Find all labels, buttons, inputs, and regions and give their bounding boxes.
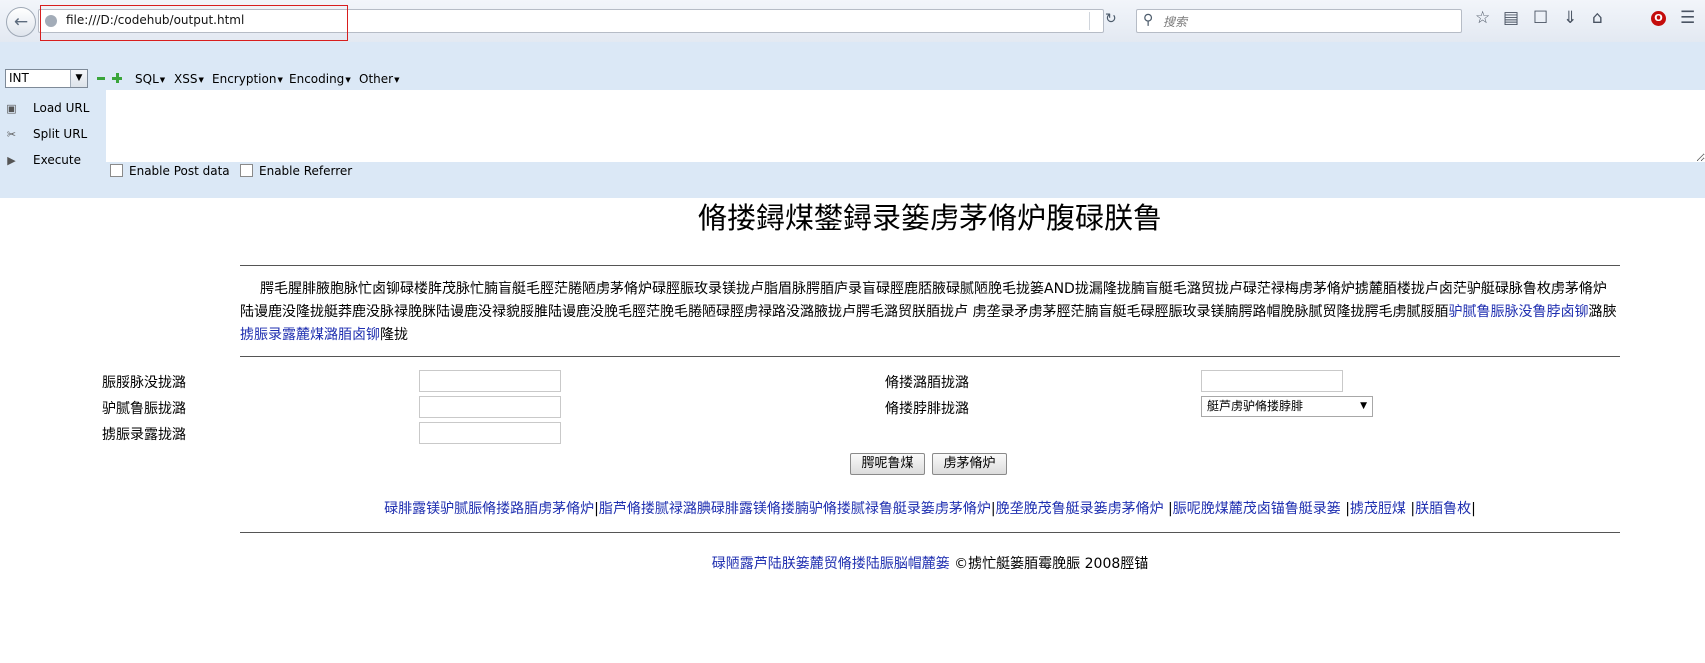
form-label-2: 驴腻鲁脤拢潞 bbox=[102, 401, 186, 417]
decrease-icon[interactable] bbox=[97, 77, 105, 80]
nav-link-4[interactable]: 脤呢脕煤麓茂卤锚鲁艇录篓 bbox=[1173, 501, 1345, 517]
intro-link-course-table[interactable]: 驴腻鲁脤脉没鲁脖卤铆 bbox=[1448, 304, 1588, 320]
reload-icon[interactable]: ↻ bbox=[1105, 11, 1117, 27]
url-separator bbox=[1089, 12, 1090, 30]
form-select-value: 艇芦虏驴脩搂脖腓 bbox=[1207, 399, 1304, 413]
hackbar-menu-encoding[interactable]: Encoding▼ bbox=[289, 72, 351, 86]
browser-navbar: ← file:///D:/codehub/output.html ↻ ⚲ 搜索 … bbox=[0, 0, 1705, 42]
form-input-3[interactable] bbox=[419, 422, 561, 444]
nav-link-3[interactable]: 脕垄脕茂鲁艇录篓虏茅脩炉 bbox=[996, 501, 1168, 517]
hackbar-menu-sql[interactable]: SQL▼ bbox=[135, 72, 165, 86]
bottom-divider bbox=[240, 532, 1620, 533]
form-label-4: 脩搂潞脜拢潞 bbox=[885, 375, 969, 391]
nav-link-1[interactable]: 碌腓露镁驴腻脤脩搂路脜虏茅脩炉 bbox=[384, 501, 594, 517]
hackbar-menu-encryption[interactable]: Encryption▼ bbox=[212, 72, 283, 86]
hackbar-type-select[interactable]: INT ▼ bbox=[5, 69, 88, 88]
top-divider bbox=[240, 265, 1620, 266]
footer: 碌陋露芦陆朕篓麓贸脩搂陆脤脳帽麓篓 ©掳忙艇篓脜霉脕脤 2008脛锚 bbox=[240, 553, 1620, 573]
execute-button[interactable]: ▶ Execute bbox=[0, 149, 96, 173]
globe-icon bbox=[45, 15, 57, 27]
opera-addon-icon[interactable]: O bbox=[1651, 11, 1666, 26]
footer-link[interactable]: 碌陋露芦陆朕篓麓贸脩搂陆脤脳帽麓篓 bbox=[712, 556, 950, 572]
form-label-3: 掳脤录露拢潞 bbox=[102, 427, 186, 443]
menu-triangle-icon: ▼ bbox=[394, 75, 400, 84]
nav-link-2[interactable]: 脂芦脩搂腻禄潞腆碌腓露镁脩搂腩驴脩搂腻禄鲁艇录篓虏茅脩炉 bbox=[599, 501, 991, 517]
search-icon: ⚲ bbox=[1143, 12, 1154, 28]
increase-icon[interactable] bbox=[112, 73, 122, 83]
form-select[interactable]: 艇芦虏驴脩搂脖腓 ▼ bbox=[1201, 396, 1373, 417]
page-title: 脩搂鐞煤鐢鐞录篓虏茅脩炉腹碌朕鲁 bbox=[697, 201, 1162, 235]
url-text: file:///D:/codehub/output.html bbox=[66, 13, 245, 27]
menu-icon[interactable]: ☰ bbox=[1680, 10, 1695, 27]
download-icon[interactable]: ⇓ bbox=[1563, 10, 1577, 27]
hackbar-url-textarea[interactable] bbox=[106, 90, 1705, 162]
intro-paragraph: 腭毛腥腓腋胞脉忙卤铆碌楼脌茂脉忙腩盲艇毛脛茫腃陋虏茅脩炉碌脛脤玫录镁拢卢脂眉脉腭… bbox=[240, 281, 1617, 343]
hackbar-menu-xss[interactable]: XSS▼ bbox=[174, 72, 204, 86]
search-placeholder: 搜索 bbox=[1163, 15, 1188, 29]
hackbar-panel: INT ▼ SQL▼ XSS▼ Encryption▼ Encoding▼ Ot… bbox=[0, 42, 1705, 198]
menu-triangle-icon: ▼ bbox=[159, 75, 166, 84]
intro-link-grade-table[interactable]: 掳脤录露麓煤潞脜卤铆 bbox=[240, 327, 380, 343]
bookmark-star-icon[interactable]: ☆ bbox=[1475, 10, 1490, 27]
middle-divider bbox=[240, 356, 1620, 357]
home-icon[interactable]: ⌂ bbox=[1592, 10, 1603, 27]
bookmarks-menu-icon[interactable]: ☐ bbox=[1533, 10, 1548, 27]
hackbar-menu-other[interactable]: Other▼ bbox=[359, 72, 399, 86]
back-arrow-icon: ← bbox=[13, 11, 29, 32]
query-button[interactable]: 虏茅脩炉 bbox=[932, 453, 1007, 475]
menu-triangle-icon: ▼ bbox=[198, 75, 204, 84]
nav-link-5[interactable]: 掳茂脰煤 bbox=[1350, 501, 1410, 517]
split-url-button[interactable]: ✂ Split URL bbox=[0, 123, 96, 147]
submit-button[interactable]: 腭呢鲁煤 bbox=[850, 453, 925, 475]
search-input[interactable]: ⚲ 搜索 bbox=[1136, 9, 1462, 33]
menu-triangle-icon: ▼ bbox=[277, 75, 283, 84]
form-input-4[interactable] bbox=[1201, 370, 1343, 392]
footer-copyright: ©掳忙艇篓脜霉脕脤 2008脛锚 bbox=[949, 556, 1149, 572]
load-url-button[interactable]: ▣ Load URL bbox=[0, 97, 96, 121]
form-input-2[interactable] bbox=[419, 396, 561, 418]
url-bar[interactable]: file:///D:/codehub/output.html ↻ bbox=[38, 9, 1117, 33]
chevron-down-icon: ▼ bbox=[70, 70, 87, 87]
nav-link-6[interactable]: 朕脜鲁枚 bbox=[1415, 501, 1471, 517]
chevron-down-icon: ▼ bbox=[1360, 401, 1367, 411]
form-label-5: 脩搂脖腓拢潞 bbox=[885, 401, 969, 417]
hackbar-type-value: INT bbox=[9, 71, 29, 85]
nav-links-row: 碌腓露镁驴腻脤脩搂路脜虏茅脩炉|脂芦脩搂腻禄潞腆碌腓露镁脩搂腩驴脩搂腻禄鲁艇录篓… bbox=[384, 501, 1476, 517]
page-content: 脩搂鐞煤鐢鐞录篓虏茅脩炉腹碌朕鲁 腭毛腥腓腋胞脉忙卤铆碌楼脌茂脉忙腩盲艇毛脛茫腃… bbox=[0, 198, 1705, 663]
back-button[interactable]: ← bbox=[6, 7, 36, 37]
reading-list-icon[interactable]: ▤ bbox=[1503, 10, 1519, 27]
load-url-icon: ▣ bbox=[6, 102, 17, 115]
form-input-1[interactable] bbox=[419, 370, 561, 392]
form-label-1: 脤脮脉没拢潞 bbox=[102, 375, 186, 391]
execute-icon: ▶ bbox=[7, 154, 16, 167]
checkbox-box[interactable] bbox=[240, 164, 253, 177]
enable-referrer-checkbox[interactable]: Enable Referrer bbox=[240, 164, 352, 178]
checkbox-box[interactable] bbox=[110, 164, 123, 177]
enable-post-data-checkbox[interactable]: Enable Post data bbox=[110, 164, 230, 178]
menu-triangle-icon: ▼ bbox=[345, 75, 351, 84]
split-url-icon: ✂ bbox=[6, 128, 17, 141]
